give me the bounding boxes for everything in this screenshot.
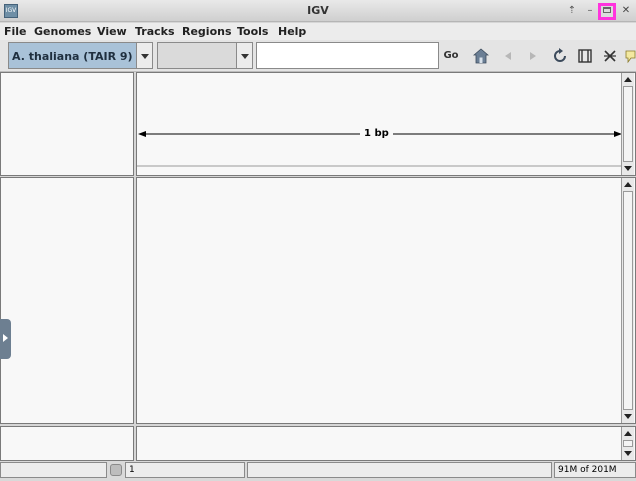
feature-scrollbar[interactable]	[621, 427, 634, 460]
scroll-down-icon[interactable]	[622, 410, 634, 422]
ruler-panel	[136, 72, 636, 176]
genome-dropdown-value: A. thaliana (TAIR 9)	[12, 50, 133, 63]
data-scroll-thumb[interactable]	[623, 191, 633, 410]
back-icon[interactable]	[500, 48, 516, 64]
menu-file[interactable]: File	[4, 25, 27, 38]
menu-help[interactable]: Help	[278, 25, 306, 38]
scroll-up-icon[interactable]	[622, 178, 634, 190]
minimize-window-button[interactable]: –	[583, 4, 597, 18]
menu-tools[interactable]: Tools	[237, 25, 268, 38]
go-button[interactable]: Go	[441, 42, 461, 69]
header-scroll-thumb[interactable]	[623, 86, 633, 162]
refresh-icon[interactable]	[552, 48, 568, 64]
ruler-span-label: 1 bp	[360, 128, 393, 139]
region-of-interest-icon[interactable]	[577, 48, 593, 64]
close-window-button[interactable]: ✕	[619, 4, 633, 18]
scroll-up-icon[interactable]	[622, 73, 634, 85]
chevron-down-icon[interactable]	[136, 43, 152, 68]
status-locus: 1	[125, 462, 245, 478]
title-bar: IGV IGV ⇡ – ✕	[0, 0, 636, 22]
forward-icon[interactable]	[525, 48, 541, 64]
scroll-down-icon[interactable]	[622, 447, 634, 459]
stop-loading-icon[interactable]	[110, 464, 122, 476]
feature-name-panel	[0, 426, 134, 461]
toolbar: A. thaliana (TAIR 9) Go	[0, 40, 636, 72]
scroll-down-icon[interactable]	[622, 162, 634, 174]
status-message	[247, 462, 552, 478]
chromosome-dropdown[interactable]	[157, 42, 253, 69]
status-memory: 91M of 201M	[554, 462, 636, 478]
window-title: IGV	[307, 4, 329, 17]
scroll-up-icon[interactable]	[622, 427, 634, 439]
status-position	[0, 462, 107, 478]
home-icon[interactable]	[473, 48, 489, 64]
menu-bar: File Genomes View Tracks Regions Tools H…	[0, 23, 636, 40]
maximize-icon	[603, 7, 611, 13]
resize-icon[interactable]	[602, 48, 618, 64]
feature-scroll-thumb[interactable]	[623, 440, 633, 447]
feature-track-panel[interactable]	[136, 426, 636, 461]
popup-info-icon[interactable]	[625, 48, 636, 64]
menu-genomes[interactable]: Genomes	[34, 25, 91, 38]
menu-regions[interactable]: Regions	[182, 25, 232, 38]
menu-view[interactable]: View	[97, 25, 127, 38]
data-track-panel[interactable]	[136, 177, 636, 424]
header-scrollbar[interactable]	[621, 73, 634, 175]
data-name-panel	[0, 177, 134, 424]
genome-dropdown[interactable]: A. thaliana (TAIR 9)	[8, 42, 153, 69]
menu-tracks[interactable]: Tracks	[135, 25, 175, 38]
chevron-down-icon[interactable]	[236, 43, 252, 68]
header-name-panel	[0, 72, 134, 176]
locus-search-input[interactable]	[256, 42, 439, 69]
maximize-window-button[interactable]	[598, 3, 616, 20]
side-panel-toggle[interactable]	[0, 319, 11, 359]
status-bar: 1 91M of 201M	[0, 461, 636, 481]
data-scrollbar[interactable]	[621, 178, 634, 423]
shade-window-button[interactable]: ⇡	[565, 4, 579, 18]
